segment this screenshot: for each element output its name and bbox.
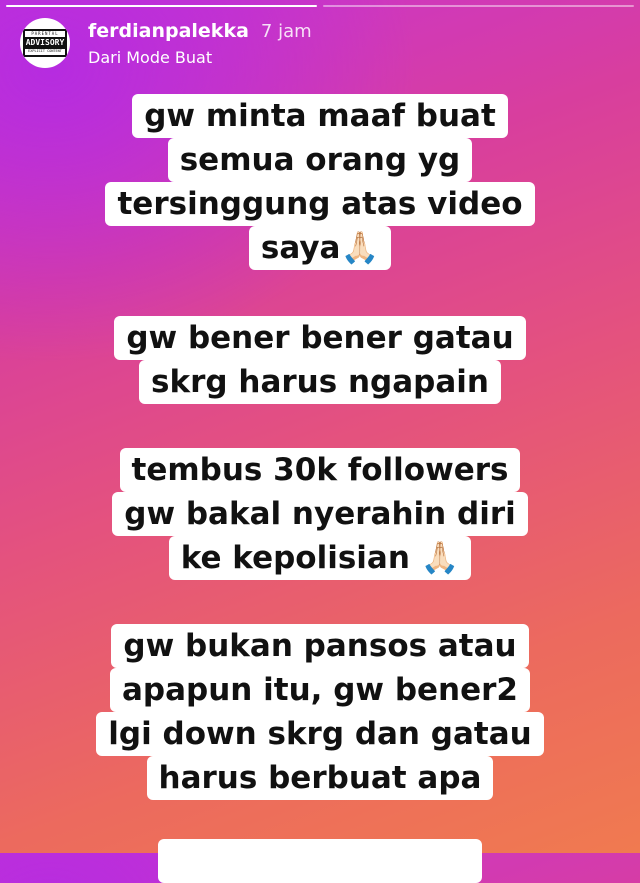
text-line: gw bener bener gatau (114, 316, 526, 360)
text-block-explanation: gw bukan pansos atau apapun itu, gw bene… (0, 624, 640, 800)
text-line: tembus 30k followers (119, 448, 521, 492)
text-block-followers: tembus 30k followers gw bakal nyerahin d… (0, 448, 640, 580)
text-line: gw bukan pansos atau (111, 624, 529, 668)
text-line: apapun itu, gw bener2 (109, 668, 531, 712)
text-block-cutoff (0, 839, 640, 883)
text-block-confusion: gw bener bener gatau skrg harus ngapain (0, 316, 640, 404)
timestamp: 7 jam (260, 21, 312, 42)
text-line: gw bakal nyerahin diri (112, 492, 528, 536)
text-line: harus berbuat apa (146, 756, 494, 800)
text-line: lgi down skrg dan gatau (96, 712, 544, 756)
text-block-apology: gw minta maaf buat semua orang yg tersin… (0, 94, 640, 270)
create-mode-label[interactable]: Dari Mode Buat (88, 48, 312, 67)
progress-segment (323, 5, 634, 7)
text-line-partial (158, 839, 482, 883)
avatar[interactable]: PARENTAL ADVISORY EXPLICIT CONTENT (20, 18, 70, 68)
parental-advisory-logo: PARENTAL ADVISORY EXPLICIT CONTENT (23, 29, 67, 57)
text-line: semua orang yg (167, 138, 473, 182)
progress-segment-active (6, 5, 317, 7)
text-line: ke kepolisian 🙏🏻 (168, 536, 472, 580)
story-header: PARENTAL ADVISORY EXPLICIT CONTENT ferdi… (20, 18, 312, 68)
story-progress (6, 5, 634, 7)
text-line: saya🙏🏻 (248, 226, 392, 270)
story-meta: ferdianpalekka 7 jam Dari Mode Buat (88, 20, 312, 67)
text-line: skrg harus ngapain (139, 360, 501, 404)
text-line: tersinggung atas video (105, 182, 535, 226)
username[interactable]: ferdianpalekka (88, 20, 249, 42)
text-line: gw minta maaf buat (132, 94, 508, 138)
